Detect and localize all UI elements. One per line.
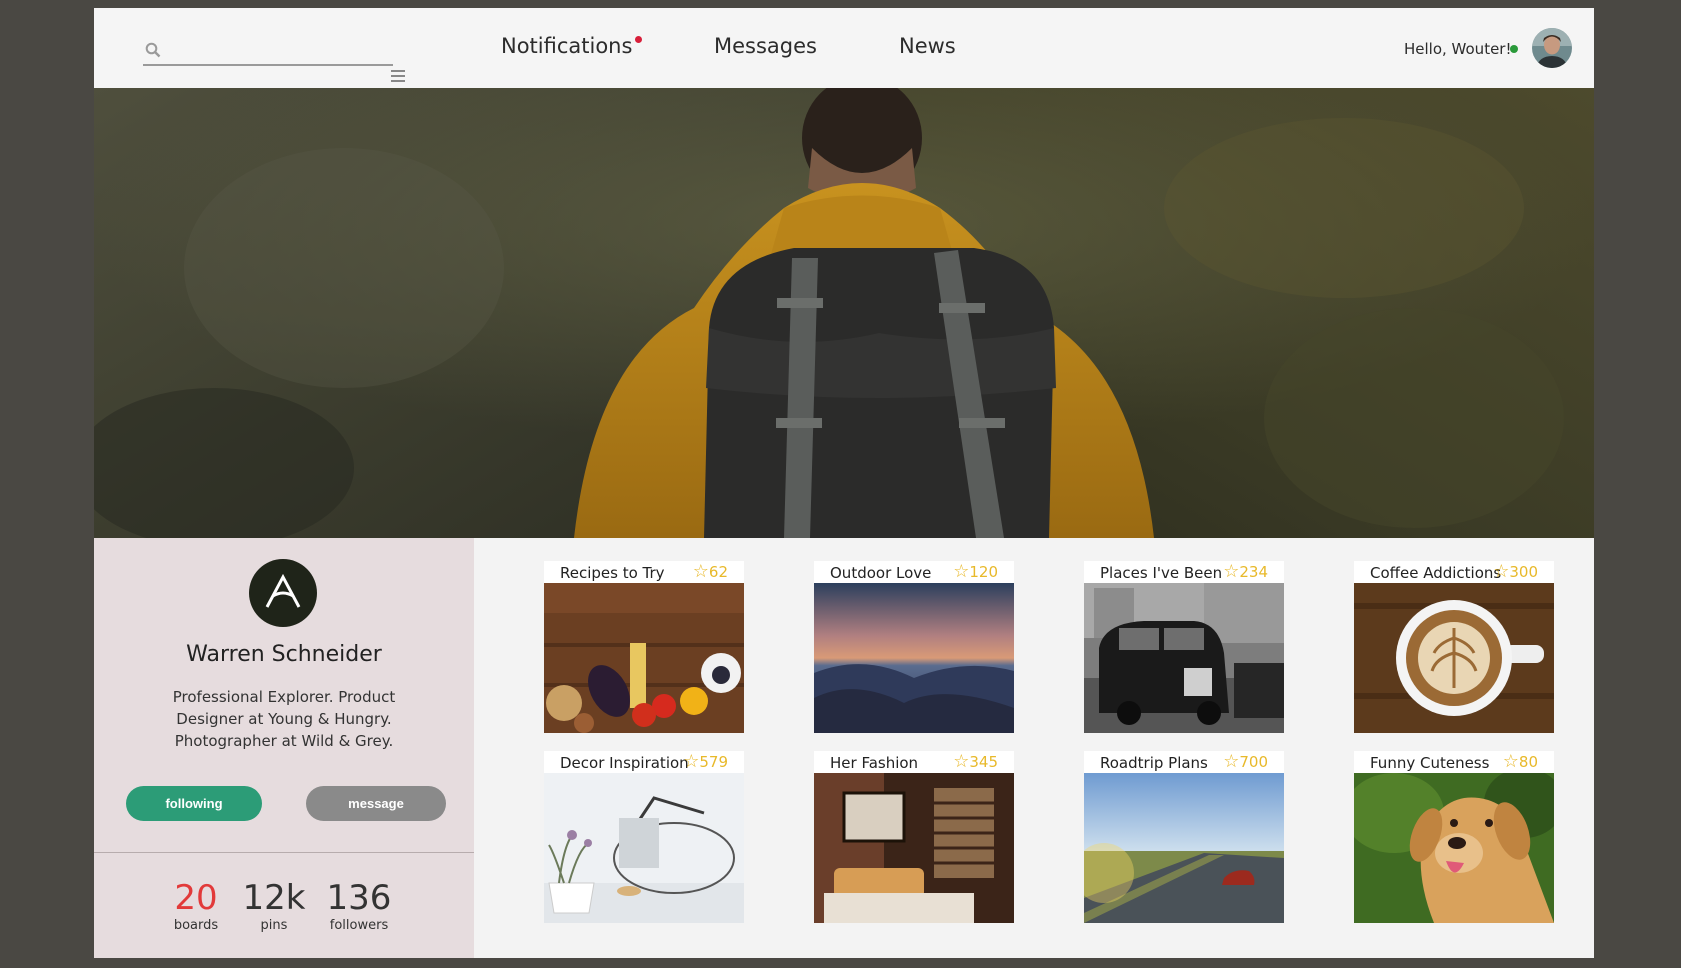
bio-line: Professional Explorer. Product (172, 688, 396, 706)
board-title: Coffee Addictions (1370, 564, 1502, 582)
stat-value: 136 (326, 878, 392, 918)
nav-notifications-label: Notifications (501, 34, 633, 58)
board-rating[interactable]: ☆345 (953, 751, 998, 772)
star-icon: ☆ (953, 751, 970, 772)
bio-line: Designer at Young & Hungry. (176, 710, 392, 728)
board-header: Places I've Been ☆234 (1084, 561, 1284, 583)
board-rating[interactable]: ☆234 (1223, 561, 1268, 582)
board-star-count: 80 (1518, 753, 1538, 771)
profile-logo (249, 559, 317, 627)
board-title: Roadtrip Plans (1100, 754, 1208, 772)
notification-dot (635, 36, 643, 43)
stat-followers[interactable]: 136 followers (319, 878, 399, 933)
board-card[interactable]: Roadtrip Plans ☆700 (1084, 751, 1284, 923)
stat-boards[interactable]: 20 boards (166, 878, 226, 933)
star-icon: ☆ (1223, 561, 1240, 582)
star-icon: ☆ (1502, 751, 1519, 772)
board-image-outdoor[interactable] (814, 583, 1014, 733)
star-icon: ☆ (683, 751, 700, 772)
board-star-count: 234 (1239, 563, 1268, 581)
board-rating[interactable]: ☆62 (693, 561, 728, 582)
profile-bio: Professional Explorer. Product Designer … (164, 686, 404, 752)
board-card[interactable]: Her Fashion ☆345 (814, 751, 1014, 923)
profile-panel: Warren Schneider Professional Explorer. … (94, 538, 474, 958)
nav-notifications[interactable]: Notifications (501, 34, 643, 58)
bio-line: Photographer at Wild & Grey. (174, 732, 394, 750)
nav-messages-label: Messages (714, 34, 817, 58)
stat-label: boards (173, 918, 219, 933)
board-title: Her Fashion (830, 754, 919, 772)
board-title: Funny Cuteness (1370, 754, 1490, 772)
board-header: Decor Inspiration ☆579 (544, 751, 744, 773)
stat-label: pins (260, 918, 288, 933)
board-title: Places I've Been (1100, 564, 1223, 582)
board-star-count: 300 (1509, 563, 1538, 581)
board-image-decor[interactable] (544, 773, 744, 923)
stat-value: 12k (242, 878, 306, 918)
board-header: Her Fashion ☆345 (814, 751, 1014, 773)
board-title: Decor Inspiration (560, 754, 689, 772)
board-image-coffee[interactable] (1354, 583, 1554, 733)
board-rating[interactable]: ☆80 (1503, 751, 1538, 772)
board-image-fashion[interactable] (814, 773, 1014, 923)
profile-name: Warren Schneider (186, 642, 382, 667)
nav-news-label: News (899, 34, 956, 58)
nav-news[interactable]: News (899, 34, 956, 58)
board-title: Outdoor Love (830, 564, 932, 582)
board-rating[interactable]: ☆120 (953, 561, 998, 582)
board-image-places[interactable] (1084, 583, 1284, 733)
board-card[interactable]: Decor Inspiration ☆579 (544, 751, 744, 923)
user-greeting: Hello, Wouter! (1404, 40, 1512, 58)
board-header: Funny Cuteness ☆80 (1354, 751, 1554, 773)
following-button[interactable]: following (126, 786, 262, 821)
cover-photo (94, 88, 1594, 538)
board-header: Coffee Addictions ☆300 (1354, 561, 1554, 583)
board-card[interactable]: Coffee Addictions ☆300 (1354, 561, 1554, 733)
stat-pins[interactable]: 12k pins (239, 878, 309, 933)
divider (94, 852, 474, 853)
board-rating[interactable]: ☆300 (1493, 561, 1538, 582)
board-card[interactable]: Recipes to Try ☆62 (544, 561, 744, 733)
star-icon: ☆ (1493, 561, 1510, 582)
board-image-roadtrip[interactable] (1084, 773, 1284, 923)
board-star-count: 345 (969, 753, 998, 771)
board-star-count: 120 (969, 563, 998, 581)
nav-messages[interactable]: Messages (714, 34, 817, 58)
search-icon[interactable] (145, 42, 161, 58)
user-avatar[interactable] (1532, 28, 1572, 68)
star-icon: ☆ (692, 561, 709, 582)
board-image-cuteness[interactable] (1354, 773, 1554, 923)
top-bar: Notifications Messages News Hello, Woute… (94, 8, 1594, 88)
board-star-count: 579 (699, 753, 728, 771)
message-button[interactable]: message (306, 786, 446, 821)
app-window: Notifications Messages News Hello, Woute… (94, 8, 1594, 958)
star-icon: ☆ (953, 561, 970, 582)
board-rating[interactable]: ☆700 (1223, 751, 1268, 772)
board-star-count: 700 (1239, 753, 1268, 771)
search-bar[interactable] (143, 34, 405, 82)
board-card[interactable]: Outdoor Love ☆120 (814, 561, 1014, 733)
online-status-icon (1510, 45, 1518, 53)
board-star-count: 62 (708, 563, 728, 581)
star-icon: ☆ (1223, 751, 1240, 772)
stat-value: 20 (174, 878, 218, 918)
board-header: Outdoor Love ☆120 (814, 561, 1014, 583)
board-image-recipes[interactable] (544, 583, 744, 733)
board-header: Roadtrip Plans ☆700 (1084, 751, 1284, 773)
board-rating[interactable]: ☆579 (683, 751, 728, 772)
board-title: Recipes to Try (560, 564, 665, 582)
stat-label: followers (329, 918, 389, 933)
board-card[interactable]: Funny Cuteness ☆80 (1354, 751, 1554, 923)
board-card[interactable]: Places I've Been ☆234 (1084, 561, 1284, 733)
search-input[interactable] (169, 38, 363, 62)
board-header: Recipes to Try ☆62 (544, 561, 744, 583)
menu-icon[interactable] (391, 70, 405, 82)
